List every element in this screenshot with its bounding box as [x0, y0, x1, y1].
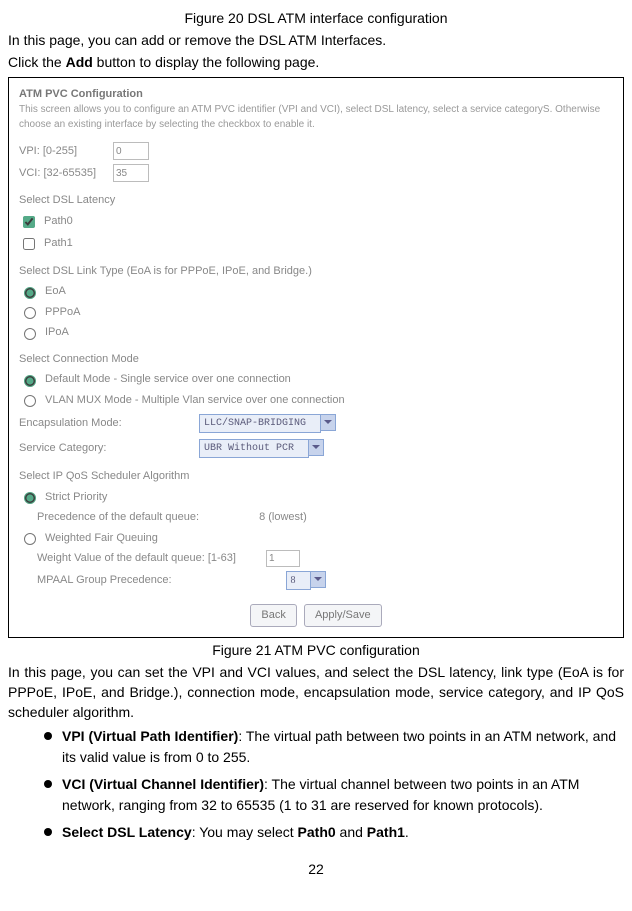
chevron-down-icon — [309, 439, 324, 456]
bullet-vci-bold: VCI (Virtual Channel Identifier) — [62, 776, 264, 792]
ss-heading: ATM PVC Configuration — [19, 86, 613, 103]
qos-strict-radio[interactable] — [24, 492, 36, 504]
vpi-label: VPI: [0-255] — [19, 143, 107, 160]
back-button[interactable]: Back — [250, 604, 296, 627]
bullet-latency: Select DSL Latency: You may select Path0… — [44, 822, 624, 843]
button-row: Back Apply/Save — [19, 604, 613, 627]
intro-add-bold: Add — [66, 54, 93, 70]
bullet-latency-end: . — [405, 824, 409, 840]
bullet-vpi: VPI (Virtual Path Identifier): The virtu… — [44, 726, 624, 768]
ipoa-row: IPoA — [19, 324, 613, 341]
intro-line2-pre: Click the — [8, 54, 66, 70]
figure20-caption: Figure 20 DSL ATM interface configuratio… — [8, 10, 624, 26]
pppoa-radio[interactable] — [24, 307, 36, 319]
bullet-latency-bold3: Path1 — [367, 824, 405, 840]
conn-vlan-row: VLAN MUX Mode - Multiple Vlan service ov… — [19, 392, 613, 409]
path1-checkbox[interactable] — [23, 238, 35, 250]
path0-checkbox[interactable] — [23, 216, 35, 228]
conn-default-radio[interactable] — [24, 375, 36, 387]
qos-strict-label: Strict Priority — [45, 489, 107, 506]
apply-save-button[interactable]: Apply/Save — [304, 604, 382, 627]
ss-description: This screen allows you to configure an A… — [19, 102, 613, 132]
servcat-select[interactable]: UBR Without PCR — [199, 439, 324, 458]
vpi-row: VPI: [0-255] — [19, 142, 613, 160]
bullet-latency-and: and — [336, 824, 367, 840]
atm-pvc-screenshot: ATM PVC Configuration This screen allows… — [8, 77, 624, 638]
qos-weight-label: Weight Value of the default queue: [1-63… — [37, 550, 236, 567]
qos-prec-value: 8 (lowest) — [259, 509, 307, 526]
eoa-radio[interactable] — [24, 287, 36, 299]
explanation-paragraph: In this page, you can set the VPI and VC… — [8, 662, 624, 723]
path1-row: Path1 — [19, 235, 613, 253]
conn-default-label: Default Mode - Single service over one c… — [45, 371, 291, 388]
intro-line2-post: button to display the following page. — [93, 54, 320, 70]
linktype-heading: Select DSL Link Type (EoA is for PPPoE, … — [19, 263, 613, 280]
ipoa-label: IPoA — [45, 324, 69, 341]
path1-label: Path1 — [44, 235, 73, 252]
encap-label: Encapsulation Mode: — [19, 415, 199, 432]
encap-row: Encapsulation Mode: LLC/SNAP-BRIDGING — [19, 414, 613, 433]
bullet-latency-bold1: Select DSL Latency — [62, 824, 192, 840]
qos-mpaal-value: 8 — [286, 571, 311, 590]
qos-wfq-label: Weighted Fair Queuing — [45, 530, 158, 547]
pppoa-row: PPPoA — [19, 304, 613, 321]
qos-wfq-row: Weighted Fair Queuing — [19, 530, 613, 547]
servcat-label: Service Category: — [19, 440, 199, 457]
bullet-list: VPI (Virtual Path Identifier): The virtu… — [8, 726, 624, 843]
vci-row: VCI: [32-65535] — [19, 164, 613, 182]
bullet-latency-mid: : You may select — [192, 824, 298, 840]
eoa-row: EoA — [19, 283, 613, 300]
intro-line1: In this page, you can add or remove the … — [8, 30, 624, 50]
qos-prec-row: Precedence of the default queue: 8 (lowe… — [37, 509, 613, 526]
servcat-value: UBR Without PCR — [199, 439, 309, 458]
bullet-vci: VCI (Virtual Channel Identifier): The vi… — [44, 774, 624, 816]
vpi-input[interactable] — [113, 142, 149, 160]
latency-heading: Select DSL Latency — [19, 192, 613, 209]
chevron-down-icon — [311, 571, 326, 588]
servcat-row: Service Category: UBR Without PCR — [19, 439, 613, 458]
conn-default-row: Default Mode - Single service over one c… — [19, 371, 613, 388]
intro-line2: Click the Add button to display the foll… — [8, 52, 624, 72]
figure21-caption: Figure 21 ATM PVC configuration — [8, 642, 624, 658]
qos-mpaal-select[interactable]: 8 — [286, 571, 326, 590]
vci-input[interactable] — [113, 164, 149, 182]
bullet-vpi-bold: VPI (Virtual Path Identifier) — [62, 728, 238, 744]
encap-select[interactable]: LLC/SNAP-BRIDGING — [199, 414, 336, 433]
qos-wfq-radio[interactable] — [24, 533, 36, 545]
path0-row: Path0 — [19, 213, 613, 231]
eoa-label: EoA — [45, 283, 66, 300]
qos-prec-label: Precedence of the default queue: — [37, 509, 199, 526]
qos-mpaal-row: MPAAL Group Precedence: 8 — [37, 571, 613, 590]
connmode-heading: Select Connection Mode — [19, 351, 613, 368]
pppoa-label: PPPoA — [45, 304, 80, 321]
qos-strict-row: Strict Priority — [19, 489, 613, 506]
qos-weight-input[interactable] — [266, 550, 300, 567]
qos-weight-row: Weight Value of the default queue: [1-63… — [37, 550, 613, 567]
path0-label: Path0 — [44, 213, 73, 230]
vci-label: VCI: [32-65535] — [19, 165, 107, 182]
conn-vlan-label: VLAN MUX Mode - Multiple Vlan service ov… — [45, 392, 345, 409]
page-number: 22 — [8, 861, 624, 877]
qos-mpaal-label: MPAAL Group Precedence: — [37, 572, 172, 589]
conn-vlan-radio[interactable] — [24, 395, 36, 407]
chevron-down-icon — [321, 414, 336, 431]
bullet-latency-bold2: Path0 — [298, 824, 336, 840]
ipoa-radio[interactable] — [24, 328, 36, 340]
encap-value: LLC/SNAP-BRIDGING — [199, 414, 321, 433]
qos-heading: Select IP QoS Scheduler Algorithm — [19, 468, 613, 485]
